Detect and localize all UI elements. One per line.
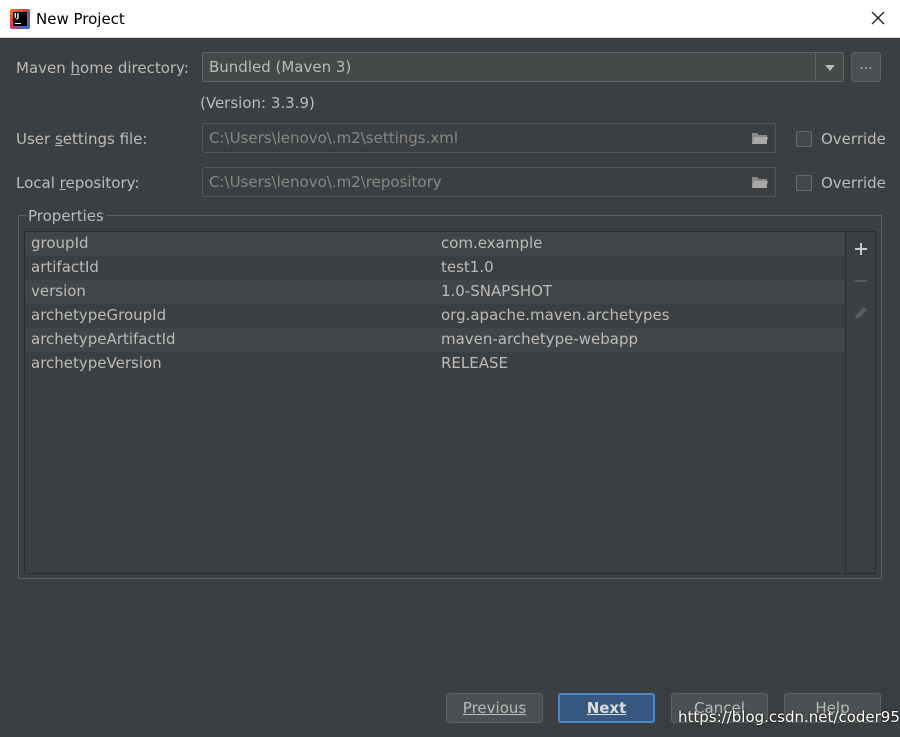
- table-row[interactable]: archetypeGroupId org.apache.maven.archet…: [25, 304, 845, 328]
- maven-home-value: Bundled (Maven 3): [209, 58, 352, 76]
- properties-toolbar: [846, 231, 876, 574]
- browse-maven-home-button[interactable]: ...: [851, 52, 881, 82]
- property-key: version: [31, 282, 86, 300]
- previous-button[interactable]: Previous: [446, 693, 543, 723]
- property-key: archetypeVersion: [31, 354, 162, 372]
- chevron-down-icon[interactable]: [815, 53, 843, 81]
- property-value: test1.0: [441, 258, 494, 276]
- table-row[interactable]: groupId com.example: [25, 232, 845, 256]
- table-row[interactable]: version 1.0-SNAPSHOT: [25, 280, 845, 304]
- add-icon[interactable]: [850, 238, 872, 260]
- local-repo-label: Local repository:: [16, 174, 140, 192]
- user-settings-override-label: Override: [821, 130, 886, 148]
- local-repo-override-label: Override: [821, 174, 886, 192]
- local-repo-field[interactable]: C:\Users\lenovo\.m2\repository: [202, 167, 776, 197]
- folder-icon[interactable]: [751, 175, 769, 189]
- user-settings-field[interactable]: C:\Users\lenovo\.m2\settings.xml: [202, 123, 776, 153]
- property-key: archetypeArtifactId: [31, 330, 176, 348]
- local-repo-override-checkbox[interactable]: [796, 175, 812, 191]
- title-bar: IJ New Project: [0, 0, 900, 38]
- user-settings-override-checkbox[interactable]: [796, 131, 812, 147]
- property-value: 1.0-SNAPSHOT: [441, 282, 553, 300]
- maven-home-label: Maven home directory:: [16, 59, 189, 77]
- table-row[interactable]: archetypeArtifactId maven-archetype-weba…: [25, 328, 845, 352]
- maven-home-select[interactable]: Bundled (Maven 3): [202, 52, 844, 82]
- folder-icon[interactable]: [751, 131, 769, 145]
- watermark-text: https://blog.csdn.net/coder957: [678, 708, 900, 726]
- property-key: archetypeGroupId: [31, 306, 167, 324]
- property-value: com.example: [441, 234, 543, 252]
- maven-version-note: (Version: 3.3.9): [200, 94, 315, 112]
- table-row[interactable]: archetypeVersion RELEASE: [25, 352, 845, 376]
- previous-button-label: Previous: [462, 699, 527, 717]
- property-value: RELEASE: [441, 354, 508, 372]
- property-value: maven-archetype-webapp: [441, 330, 639, 348]
- close-icon[interactable]: [868, 8, 888, 28]
- property-key: artifactId: [31, 258, 99, 276]
- user-settings-value: C:\Users\lenovo\.m2\settings.xml: [209, 129, 459, 147]
- table-row[interactable]: artifactId test1.0: [25, 256, 845, 280]
- edit-pencil-icon[interactable]: [850, 302, 872, 324]
- intellij-app-icon: IJ: [10, 9, 30, 29]
- user-settings-label: User settings file:: [16, 130, 148, 148]
- property-key: groupId: [31, 234, 89, 252]
- next-button[interactable]: Next: [558, 693, 655, 723]
- local-repo-value: C:\Users\lenovo\.m2\repository: [209, 173, 442, 191]
- next-button-label: Next: [586, 699, 627, 717]
- remove-icon[interactable]: [850, 270, 872, 292]
- properties-table: groupId com.example artifactId test1.0 v…: [24, 231, 846, 574]
- properties-title: Properties: [26, 207, 106, 225]
- property-value: org.apache.maven.archetypes: [441, 306, 670, 324]
- window-title: New Project: [36, 10, 125, 28]
